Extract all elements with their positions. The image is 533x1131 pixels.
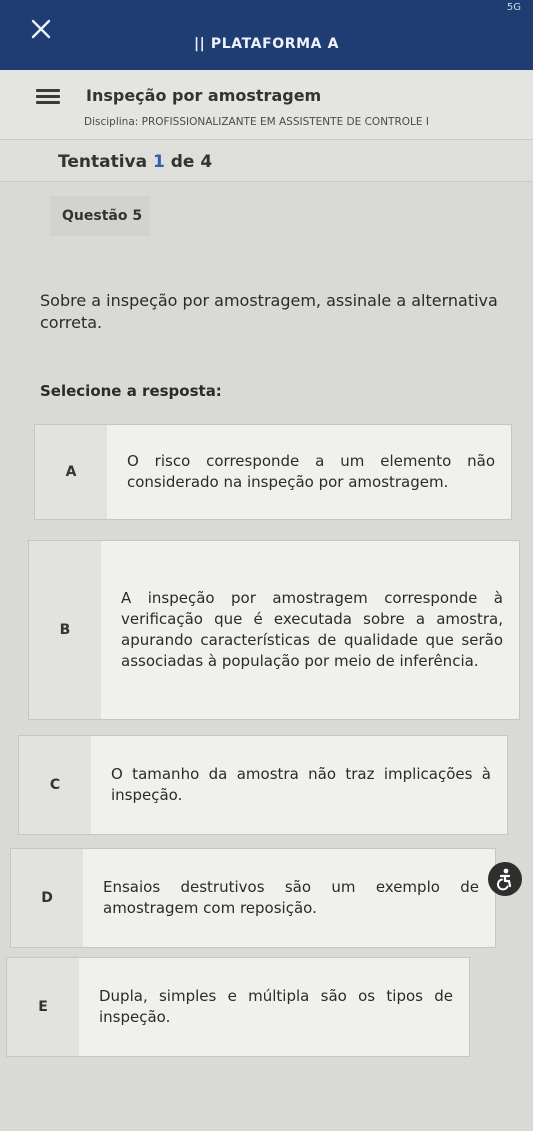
course-discipline: Disciplina: PROFISSIONALIZANTE EM ASSIST… <box>84 116 429 128</box>
answer-option-c[interactable]: C O tamanho da amostra não traz implicaç… <box>18 735 508 835</box>
menu-button[interactable] <box>36 84 60 108</box>
question-statement: Sobre a inspeção por amostragem, assinal… <box>40 291 498 332</box>
accessibility-icon <box>496 868 512 891</box>
answer-option-b[interactable]: B A inspeção por amostragem corresponde … <box>28 540 520 720</box>
answer-option-a[interactable]: A O risco corresponde a um elemento não … <box>34 424 512 520</box>
attempt-counter: Tentativa 1 de 4 <box>58 152 212 172</box>
answer-option-d[interactable]: D Ensaios destrutivos são um exemplo de … <box>10 848 496 948</box>
attempt-suffix: de 4 <box>170 152 213 172</box>
option-letter: A <box>35 425 107 519</box>
option-text: A inspeção por amostragem corresponde à … <box>121 589 503 670</box>
accessibility-button[interactable] <box>488 862 522 896</box>
question-number: Questão 5 <box>50 196 150 236</box>
app-screen: 5G || PLATAFORMA A Inspeção por amostrag… <box>0 0 533 1131</box>
status-indicator: 5G <box>506 2 521 13</box>
option-text: O tamanho da amostra não traz implicaçõe… <box>111 765 491 804</box>
option-letter: D <box>11 849 83 947</box>
answer-option-e[interactable]: E Dupla, simples e múltipla são os tipos… <box>6 957 470 1057</box>
attempt-prefix: Tentativa <box>58 152 148 172</box>
attempt-row: Tentativa 1 de 4 <box>0 140 533 182</box>
hamburger-menu-icon <box>36 94 60 98</box>
hamburger-menu-icon <box>36 88 60 92</box>
option-text: Ensaios destrutivos são um exemplo de am… <box>103 878 479 917</box>
attempt-current: 1 <box>153 152 165 172</box>
course-header: Inspeção por amostragem Disciplina: PROF… <box>0 70 533 140</box>
top-app-bar: 5G || PLATAFORMA A <box>0 0 533 70</box>
option-letter: E <box>7 958 79 1056</box>
course-title: Inspeção por amostragem <box>86 86 322 105</box>
app-title: || PLATAFORMA A <box>193 36 340 52</box>
hamburger-menu-icon <box>36 100 60 104</box>
option-text: Dupla, simples e múltipla são os tipos d… <box>99 987 453 1026</box>
option-text: O risco corresponde a um elemento não co… <box>127 452 495 491</box>
option-letter: B <box>29 541 101 719</box>
select-answer-label: Selecione a resposta: <box>40 382 222 400</box>
option-letter: C <box>19 736 91 834</box>
